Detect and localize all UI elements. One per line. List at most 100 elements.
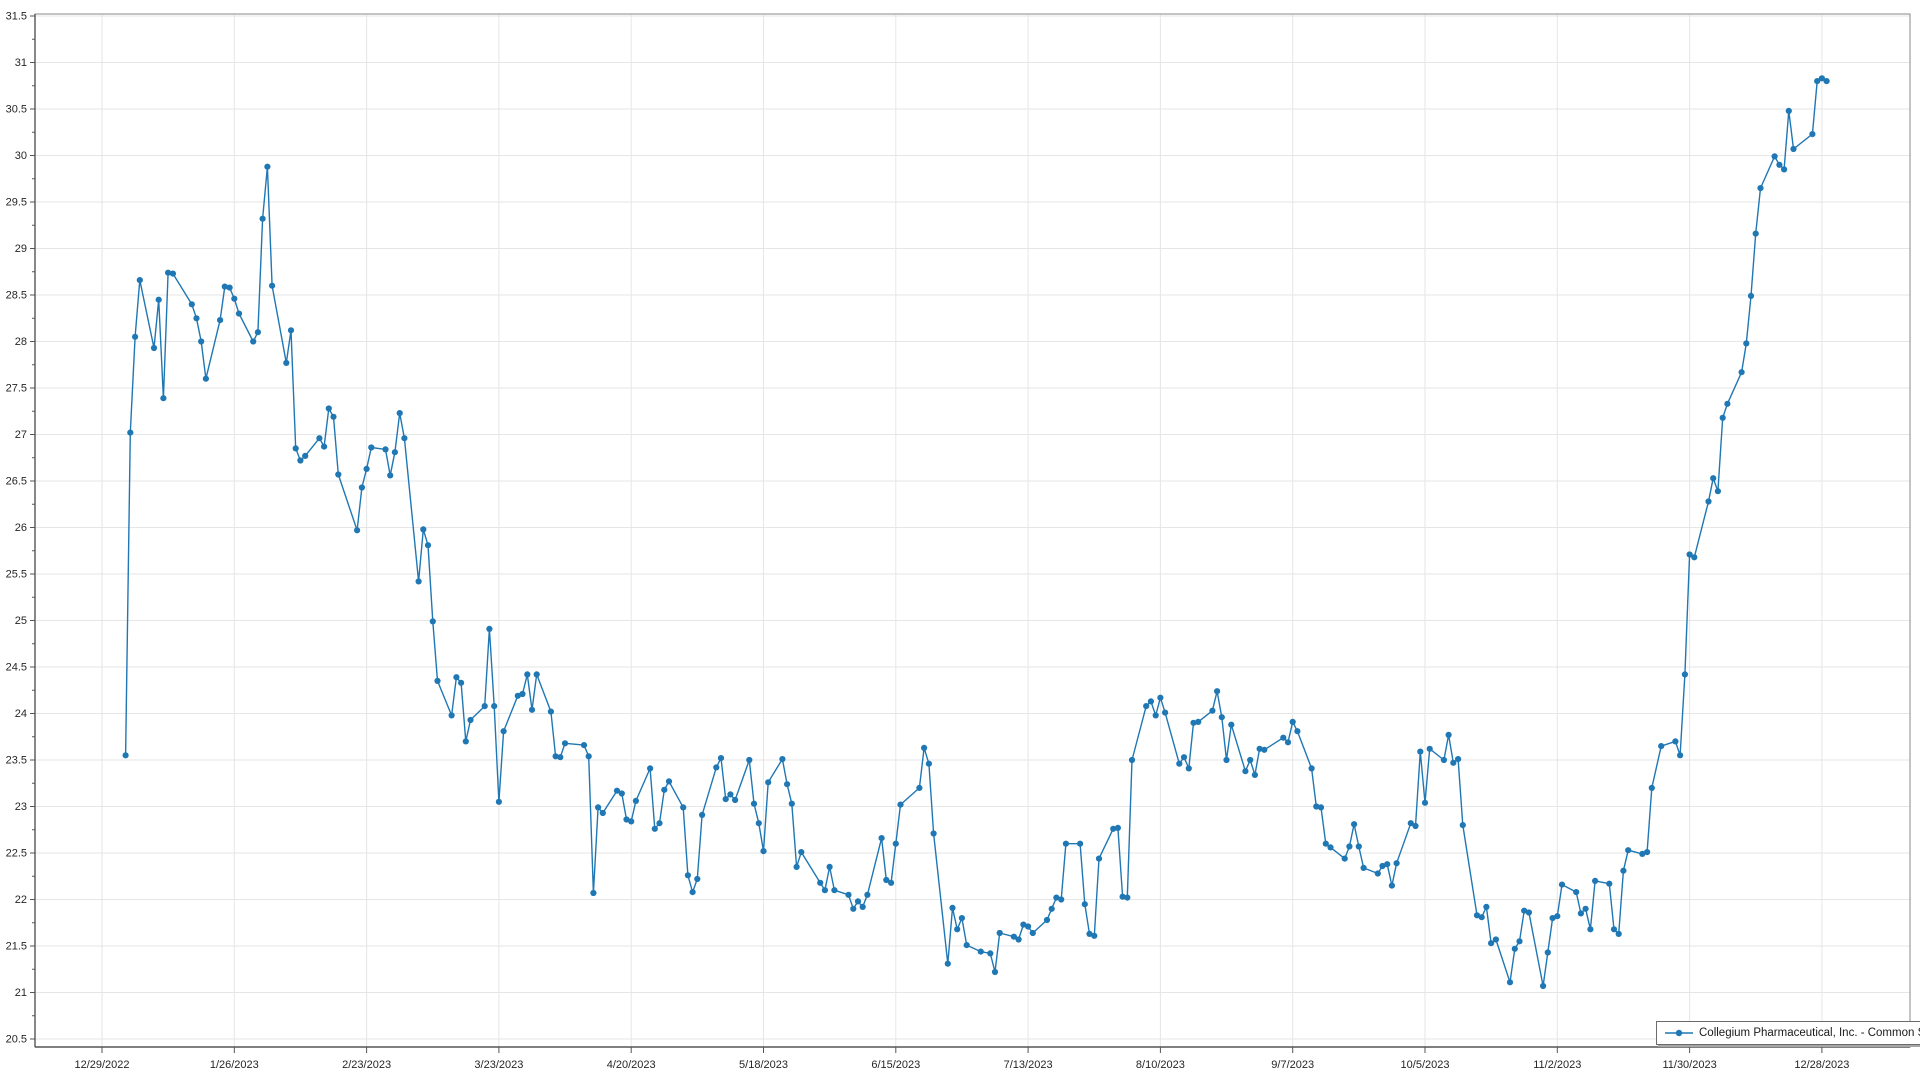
price-point xyxy=(690,889,696,895)
price-point xyxy=(1672,738,1678,744)
price-point xyxy=(959,915,965,921)
price-point xyxy=(817,880,823,886)
price-point xyxy=(160,395,166,401)
price-point xyxy=(798,849,804,855)
y-tick-label: 26.5 xyxy=(6,476,27,488)
price-point xyxy=(949,905,955,911)
y-tick-label: 28.5 xyxy=(6,290,27,302)
price-point xyxy=(1710,475,1716,481)
price-point xyxy=(1290,719,1296,725)
price-point xyxy=(1162,710,1168,716)
price-point xyxy=(425,542,431,548)
price-point xyxy=(987,950,993,956)
price-point xyxy=(1748,293,1754,299)
price-point xyxy=(1705,498,1711,504)
price-point xyxy=(633,798,639,804)
price-point xyxy=(1772,153,1778,159)
price-point xyxy=(170,271,176,277)
price-point xyxy=(1691,554,1697,560)
price-point xyxy=(784,781,790,787)
price-point xyxy=(1739,369,1745,375)
price-point xyxy=(893,841,899,847)
price-point xyxy=(992,969,998,975)
price-point xyxy=(1545,949,1551,955)
price-point xyxy=(288,327,294,333)
price-point xyxy=(831,887,837,893)
legend: Collegium Pharmaceutical, Inc. - Common … xyxy=(1656,1021,1920,1045)
price-point xyxy=(1247,757,1253,763)
price-point xyxy=(1540,983,1546,989)
y-tick-label: 27.5 xyxy=(6,383,27,395)
price-point xyxy=(482,703,488,709)
price-point xyxy=(723,796,729,802)
price-point xyxy=(463,738,469,744)
price-point xyxy=(1786,108,1792,114)
price-point xyxy=(1176,761,1182,767)
price-point xyxy=(401,435,407,441)
price-point xyxy=(354,527,360,533)
price-point xyxy=(283,360,289,366)
price-point xyxy=(827,864,833,870)
price-point xyxy=(1460,822,1466,828)
price-point xyxy=(326,405,332,411)
price-point xyxy=(1143,703,1149,709)
price-point xyxy=(1285,739,1291,745)
price-point xyxy=(628,818,634,824)
price-point xyxy=(1129,757,1135,763)
price-point xyxy=(921,745,927,751)
price-point xyxy=(699,812,705,818)
x-tick-label: 12/29/2022 xyxy=(74,1059,129,1071)
price-point xyxy=(1181,754,1187,760)
price-point xyxy=(1044,917,1050,923)
price-point xyxy=(661,787,667,793)
x-tick-label: 6/15/2023 xyxy=(871,1059,920,1071)
price-point xyxy=(666,778,672,784)
price-point xyxy=(945,961,951,967)
x-tick-label: 8/10/2023 xyxy=(1136,1059,1185,1071)
price-point xyxy=(1757,185,1763,191)
y-tick-label: 22 xyxy=(15,894,27,906)
price-point xyxy=(1223,757,1229,763)
x-tick-label: 1/26/2023 xyxy=(210,1059,259,1071)
price-point xyxy=(1658,743,1664,749)
price-point xyxy=(359,484,365,490)
price-point xyxy=(151,345,157,351)
price-point xyxy=(926,761,932,767)
price-point xyxy=(434,678,440,684)
price-point xyxy=(751,801,757,807)
price-point xyxy=(685,872,691,878)
price-point xyxy=(680,804,686,810)
y-tick-label: 20.5 xyxy=(6,1034,27,1046)
price-point xyxy=(1252,772,1258,778)
price-point xyxy=(1592,878,1598,884)
price-point xyxy=(1455,756,1461,762)
price-point xyxy=(293,445,299,451)
price-point xyxy=(1280,735,1286,741)
price-point xyxy=(1058,896,1064,902)
price-point xyxy=(794,864,800,870)
price-point xyxy=(581,742,587,748)
price-point xyxy=(1507,979,1513,985)
price-point xyxy=(1346,843,1352,849)
price-point xyxy=(1148,698,1154,704)
y-tick-label: 24 xyxy=(15,708,27,720)
price-point xyxy=(619,790,625,796)
price-point xyxy=(458,680,464,686)
y-tick-label: 31.5 xyxy=(6,11,27,23)
price-line-chart: 12/29/20221/26/20232/23/20233/23/20234/2… xyxy=(0,0,1920,1080)
price-point xyxy=(978,949,984,955)
price-point xyxy=(534,671,540,677)
price-point xyxy=(1720,415,1726,421)
price-point xyxy=(1620,868,1626,874)
price-point xyxy=(1446,732,1452,738)
price-point xyxy=(1077,841,1083,847)
legend-label: Collegium Pharmaceutical, Inc. - Common … xyxy=(1699,1026,1920,1040)
y-tick-label: 27 xyxy=(15,429,27,441)
y-tick-label: 31 xyxy=(15,57,27,69)
y-tick-label: 26 xyxy=(15,522,27,534)
price-point xyxy=(416,578,422,584)
price-point xyxy=(718,755,724,761)
price-point xyxy=(1790,146,1796,152)
price-point xyxy=(132,334,138,340)
price-point xyxy=(1389,883,1395,889)
